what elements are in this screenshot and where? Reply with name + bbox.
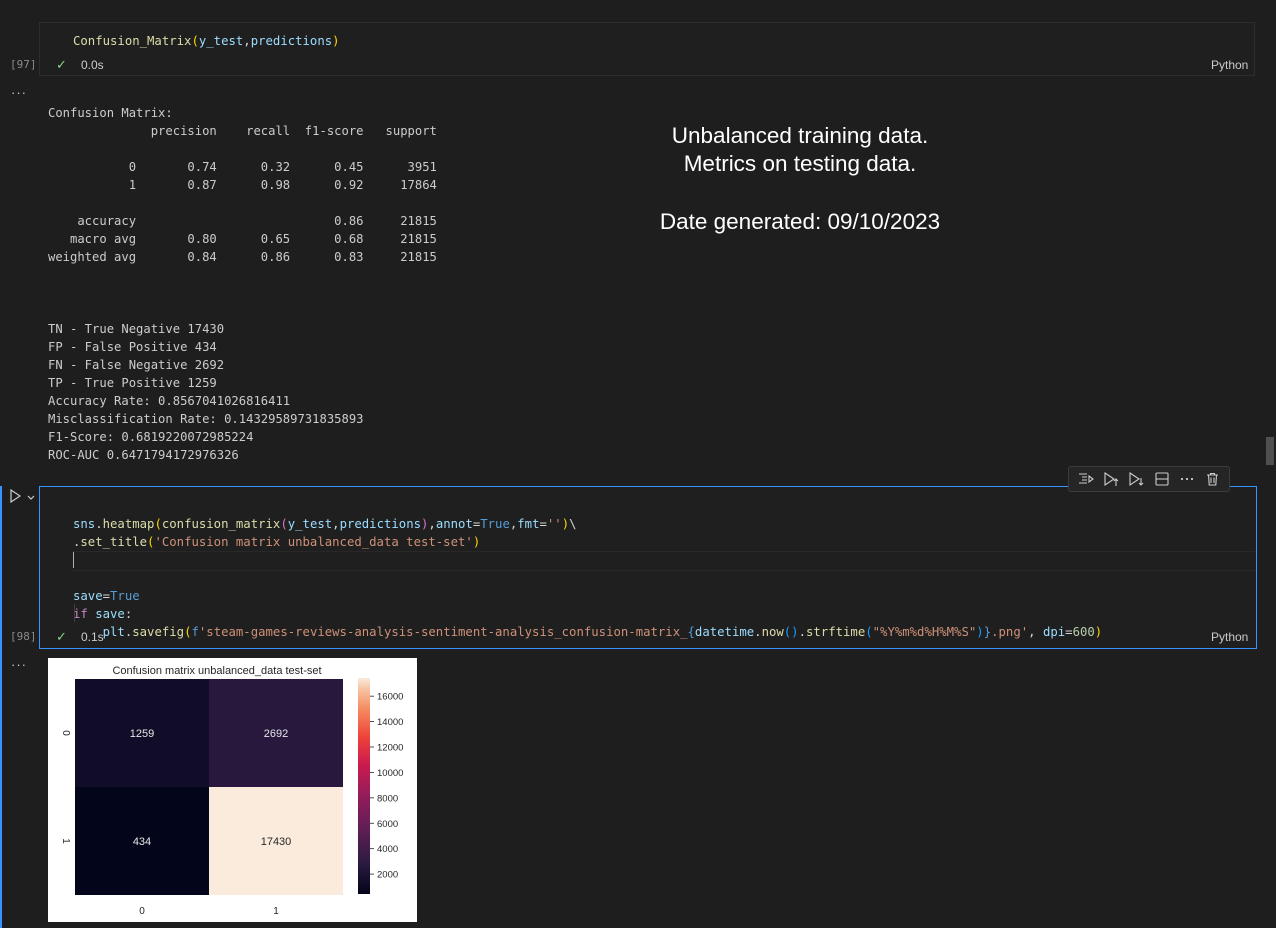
success-check-icon: ✓	[56, 57, 67, 72]
metric-line: ROC-AUC 0.6471794172976326	[48, 448, 239, 462]
code-line[interactable]: sns.heatmap(confusion_matrix(y_test,pred…	[73, 515, 1102, 533]
colorbar-tick-label: 6000	[377, 819, 398, 830]
report-line: macro avg 0.80 0.65 0.68 21815	[48, 232, 437, 246]
colorbar-tick-label: 12000	[377, 743, 403, 754]
metric-line: FP - False Positive 434	[48, 340, 217, 354]
report-line: accuracy 0.86 21815	[48, 214, 437, 228]
report-line: Confusion Matrix:	[48, 106, 173, 120]
report-line: precision recall f1-score support	[48, 124, 437, 138]
delete-cell-icon[interactable]	[1202, 469, 1222, 489]
chevron-down-icon[interactable]	[26, 493, 36, 503]
colorbar-tick-label: 4000	[377, 844, 398, 855]
y-tick-label: 0	[60, 730, 71, 736]
code-line[interactable]: if save:	[73, 605, 1102, 623]
vertical-scrollbar[interactable]	[1262, 0, 1276, 928]
y-tick-label: 1	[60, 838, 71, 844]
x-tick-label: 1	[273, 906, 279, 917]
colorbar-tick-label: 14000	[377, 717, 403, 728]
report-line	[48, 194, 437, 212]
execution-time: 0.1s	[81, 630, 104, 644]
metric-line: TP - True Positive 1259	[48, 376, 217, 390]
overlay-line: Date generated: 09/10/2023	[659, 209, 941, 234]
output-actions-ellipsis[interactable]: ···	[11, 657, 27, 672]
report-line: 1 0.87 0.98 0.92 17864	[48, 178, 437, 192]
heatmap-chart: Confusion matrix unbalanced_data test-se…	[60, 665, 403, 917]
metric-line: Misclassification Rate: 0.14329589731835…	[48, 412, 364, 426]
colorbar-tick-label: 16000	[377, 692, 403, 703]
execution-time: 0.0s	[81, 58, 104, 72]
report-line: weighted avg 0.84 0.86 0.83 21815	[48, 250, 437, 264]
heatmap-cell-label: 1259	[130, 728, 154, 740]
colorbar-tick-label: 2000	[377, 870, 398, 881]
x-tick-label: 0	[139, 906, 145, 917]
colorbar-tick-label: 8000	[377, 793, 398, 804]
execution-count: [97]	[10, 58, 37, 71]
execute-below-icon[interactable]	[1126, 469, 1146, 489]
metrics-output: TN - True Negative 17430 FP - False Posit…	[48, 302, 364, 482]
success-check-icon: ✓	[56, 629, 67, 644]
metric-line: TN - True Negative 17430	[48, 322, 225, 336]
heatmap-cell-label: 17430	[261, 836, 292, 848]
heatmap-cell-label: 2692	[264, 728, 288, 740]
language-label[interactable]: Python	[1211, 630, 1248, 644]
language-label[interactable]: Python	[1211, 58, 1248, 72]
metric-line: Accuracy Rate: 0.8567041026816411	[48, 394, 291, 408]
more-actions-icon[interactable]	[1177, 469, 1197, 489]
code-line[interactable]: .set_title('Confusion matrix unbalanced_…	[73, 533, 1102, 551]
colorbar-tick-label: 10000	[377, 768, 403, 779]
chart-title: Confusion matrix unbalanced_data test-se…	[112, 665, 321, 677]
split-cell-icon[interactable]	[1152, 469, 1172, 489]
indent-guide	[74, 604, 75, 622]
report-line	[48, 140, 437, 158]
output-actions-ellipsis[interactable]: ···	[11, 85, 27, 100]
metric-line: FN - False Negative 2692	[48, 358, 225, 372]
overlay-line: Unbalanced training data.	[671, 123, 929, 148]
run-by-line-icon[interactable]	[1076, 469, 1096, 489]
code-line[interactable]: Confusion_Matrix(y_test,predictions)	[73, 32, 340, 50]
code-editor[interactable]: sns.heatmap(confusion_matrix(y_test,pred…	[73, 497, 1102, 659]
active-cell-indicator	[0, 486, 2, 928]
overlay-annotation: Unbalanced training data. Metrics on tes…	[600, 122, 1000, 236]
overlay-line: Metrics on testing data.	[683, 151, 917, 176]
heatmap-figure: Confusion matrix unbalanced_data test-se…	[48, 658, 417, 922]
code-line[interactable]	[73, 569, 1102, 587]
classification-report: Confusion Matrix: precision recall f1-sc…	[48, 86, 437, 284]
run-icon[interactable]	[9, 488, 22, 504]
execution-count: [98]	[10, 630, 37, 643]
cell-toolbar	[1068, 466, 1230, 492]
run-options-chevron[interactable]	[26, 490, 36, 508]
code-line[interactable]	[73, 551, 1102, 569]
scrollbar-thumb[interactable]	[1266, 437, 1274, 465]
colorbar	[358, 678, 370, 894]
metric-line: F1-Score: 0.6819220072985224	[48, 430, 254, 444]
heatmap-cell-label: 434	[133, 836, 151, 848]
run-cell-button[interactable]	[9, 488, 22, 506]
execute-above-icon[interactable]	[1101, 469, 1121, 489]
report-line: 0 0.74 0.32 0.45 3951	[48, 160, 437, 174]
code-line[interactable]: save=True	[73, 587, 1102, 605]
code-line[interactable]: plt.savefig(f'steam-games-reviews-analys…	[73, 623, 1103, 641]
